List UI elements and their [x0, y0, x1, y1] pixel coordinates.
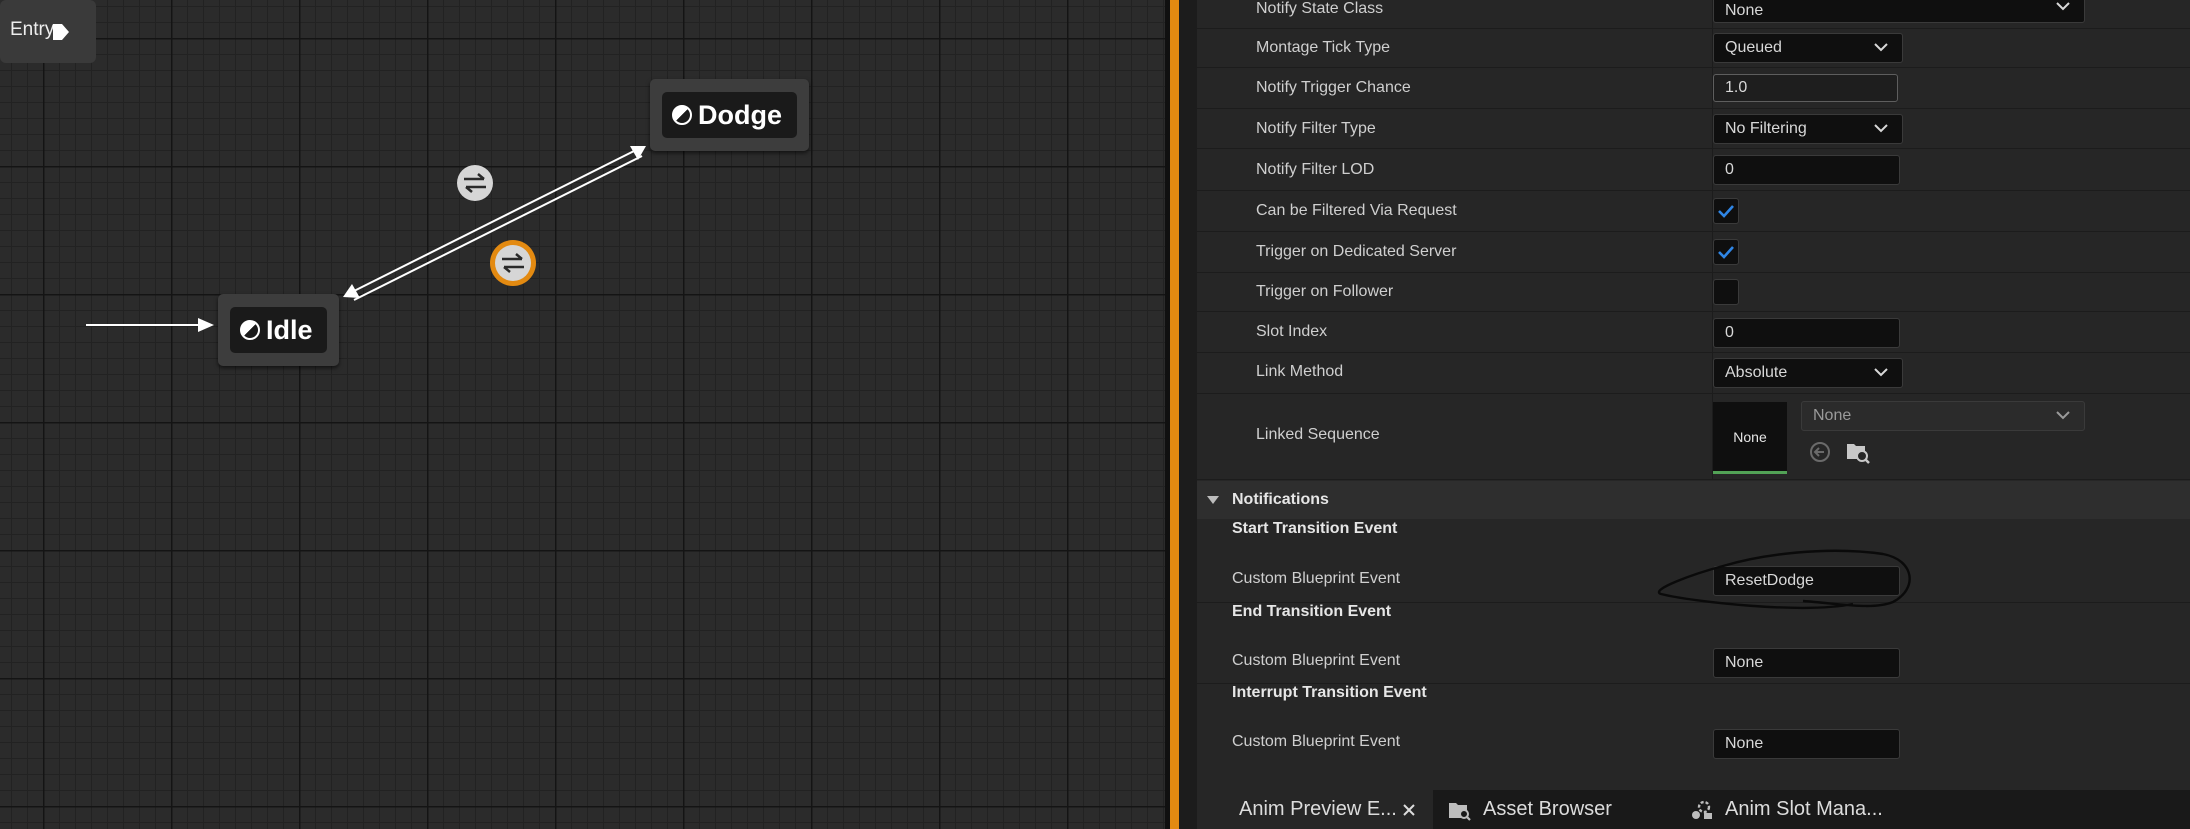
tab-label: Asset Browser: [1483, 798, 1612, 820]
panel-gutter: [1179, 0, 1197, 829]
row-label: Notify Filter Type: [1256, 120, 1376, 137]
row-notify-filter-lod: Notify Filter LOD 0: [1197, 149, 2190, 191]
dropdown-value: Absolute: [1725, 364, 1788, 381]
end-transition-event-input[interactable]: None: [1713, 648, 1900, 678]
group-interrupt-transition-event: Interrupt Transition Event Custom Bluepr…: [1197, 684, 2190, 764]
transition-arrows-icon: [502, 253, 524, 273]
input-value: 0: [1725, 161, 1734, 178]
transition-arrows-icon: [464, 173, 486, 193]
tab-asset-browser[interactable]: Asset Browser: [1447, 790, 1657, 829]
chevron-down-icon: [1874, 368, 1888, 377]
tab-label: Anim Slot Mana...: [1725, 798, 1883, 820]
group-title: Interrupt Transition Event: [1232, 684, 1427, 701]
asset-browser-icon: [1449, 803, 1471, 821]
row-trigger-dedicated-server: Trigger on Dedicated Server: [1197, 232, 2190, 273]
browse-asset-icon[interactable]: [1845, 439, 1871, 465]
idle-state-node[interactable]: Idle: [218, 294, 339, 366]
notify-filter-type-dropdown[interactable]: No Filtering: [1713, 114, 1903, 144]
notifications-section-header[interactable]: Notifications: [1197, 481, 2190, 519]
input-value: 1.0: [1725, 79, 1748, 96]
row-label: Link Method: [1256, 363, 1344, 380]
trigger-dedicated-server-checkbox[interactable]: [1713, 239, 1739, 265]
input-value: None: [1725, 654, 1764, 671]
montage-tick-type-dropdown[interactable]: Queued: [1713, 33, 1903, 63]
tab-anim-preview-editor[interactable]: Anim Preview E...: [1197, 790, 1433, 829]
use-selected-asset-icon[interactable]: [1808, 440, 1832, 464]
panel-splitter[interactable]: [1170, 0, 1179, 829]
row-label: Can be Filtered Via Request: [1256, 202, 1457, 219]
wire-idle-dodge-arrow: [630, 146, 646, 160]
dropdown-value: None: [1725, 1, 1764, 19]
tab-label: Anim Preview E...: [1239, 798, 1397, 820]
input-value: 0: [1725, 324, 1734, 341]
linked-sequence-thumbnail[interactable]: None: [1713, 402, 1787, 474]
tab-anim-slot-manager[interactable]: Anim Slot Mana...: [1689, 790, 1919, 829]
row-notify-trigger-chance: Notify Trigger Chance 1.0: [1197, 68, 2190, 109]
row-notify-state-class: Notify State Class None: [1197, 0, 2190, 29]
details-panel: Notify State Class None Montage Tick Typ…: [1197, 0, 2190, 790]
dodge-state-node[interactable]: Dodge: [650, 79, 809, 151]
wire-dodge-idle-arrow: [343, 284, 360, 298]
checkmark-icon: [1718, 205, 1734, 218]
transition-icon[interactable]: [457, 165, 493, 201]
row-slot-index: Slot Index 0: [1197, 312, 2190, 353]
dropdown-value: No Filtering: [1725, 120, 1807, 137]
link-method-dropdown[interactable]: Absolute: [1713, 358, 1903, 388]
play-arrow-icon: [53, 24, 69, 40]
dropdown-value: None: [1813, 407, 1852, 424]
checkmark-icon: [1718, 246, 1734, 259]
input-value: None: [1725, 735, 1764, 752]
dodge-state-label: Dodge: [698, 99, 782, 130]
bottom-tab-bar: Anim Preview E... Asset Browser Anim Slo…: [1197, 790, 2190, 829]
linked-sequence-asset-picker[interactable]: None: [1801, 401, 2085, 431]
slot-index-input[interactable]: 0: [1713, 318, 1900, 348]
row-label: Notify Trigger Chance: [1256, 79, 1411, 96]
row-label: Linked Sequence: [1256, 426, 1380, 443]
row-label: Montage Tick Type: [1256, 39, 1390, 56]
row-label: Custom Blueprint Event: [1232, 570, 1401, 587]
chevron-down-icon: [2056, 411, 2070, 420]
notify-trigger-chance-input[interactable]: 1.0: [1713, 74, 1898, 102]
chevron-down-icon: [1874, 43, 1888, 52]
transition-wires: [86, 146, 646, 332]
collapse-triangle-icon: [1207, 496, 1219, 504]
row-label: Trigger on Dedicated Server: [1256, 243, 1457, 260]
entry-node-label: Entry: [10, 19, 55, 40]
group-title: End Transition Event: [1232, 603, 1392, 620]
row-label: Custom Blueprint Event: [1232, 652, 1401, 669]
row-montage-tick-type: Montage Tick Type Queued: [1197, 29, 2190, 68]
dropdown-value: Queued: [1725, 39, 1782, 56]
section-title: Notifications: [1232, 491, 1329, 508]
notify-filter-lod-input[interactable]: 0: [1713, 155, 1900, 185]
row-label: Trigger on Follower: [1256, 283, 1394, 300]
group-title: Start Transition Event: [1232, 520, 1398, 537]
row-label: Notify State Class: [1256, 0, 1384, 17]
row-trigger-follower: Trigger on Follower: [1197, 273, 2190, 312]
state-machine-graph[interactable]: Entry Idle Dodge: [0, 0, 1165, 829]
row-linked-sequence: Linked Sequence None None: [1197, 394, 2190, 480]
can-be-filtered-checkbox[interactable]: [1713, 198, 1739, 224]
close-icon[interactable]: [1403, 804, 1415, 816]
group-start-transition-event: Start Transition Event Custom Blueprint …: [1197, 520, 2190, 609]
row-label: Custom Blueprint Event: [1232, 733, 1401, 750]
state-icon: [240, 320, 260, 340]
row-can-be-filtered: Can be Filtered Via Request: [1197, 191, 2190, 232]
notify-state-class-dropdown[interactable]: None: [1713, 0, 2085, 23]
anim-slot-icon: [1692, 800, 1712, 819]
chevron-down-icon: [2056, 1, 2070, 10]
wire-entry-idle-arrow: [198, 318, 214, 332]
transition-icon-selected[interactable]: [490, 240, 536, 286]
chevron-down-icon: [1874, 124, 1888, 133]
state-icon: [672, 105, 692, 125]
thumbnail-label: None: [1733, 428, 1767, 445]
row-link-method: Link Method Absolute: [1197, 353, 2190, 394]
idle-state-label: Idle: [266, 314, 313, 345]
interrupt-transition-event-input[interactable]: None: [1713, 729, 1900, 759]
trigger-follower-checkbox[interactable]: [1713, 279, 1739, 305]
row-notify-filter-type: Notify Filter Type No Filtering: [1197, 109, 2190, 149]
row-label: Notify Filter LOD: [1256, 161, 1375, 178]
row-label: Slot Index: [1256, 323, 1328, 340]
group-end-transition-event: End Transition Event Custom Blueprint Ev…: [1197, 603, 2190, 684]
